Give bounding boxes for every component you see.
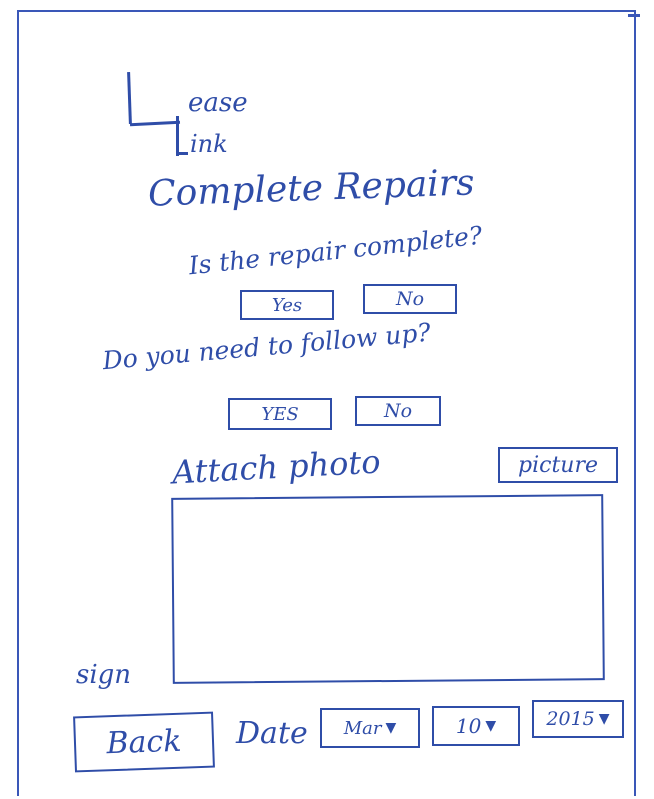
year-dropdown[interactable]: 2015 ▼ [532,700,624,738]
logo-stroke [176,152,188,155]
repair-no-button[interactable]: No [363,284,457,314]
date-label: Date [236,716,308,751]
year-value: 2015 [546,708,595,730]
month-dropdown[interactable]: Mar ▼ [320,708,420,748]
dropdown-triangle-icon: ▼ [598,711,610,727]
logo-word-lease: ease [188,88,248,118]
sign-label: sign [76,660,132,690]
signature-pad[interactable] [171,494,605,684]
day-dropdown[interactable]: 10 ▼ [432,706,520,746]
logo-stroke [176,116,179,156]
follow-up-no-button[interactable]: No [355,396,441,426]
picture-button[interactable]: picture [498,447,618,483]
month-value: Mar [343,717,382,739]
corner-mark [628,14,640,17]
day-value: 10 [455,714,482,738]
back-button[interactable]: Back [73,711,215,773]
repair-yes-button[interactable]: Yes [240,290,334,320]
dropdown-triangle-icon: ▼ [385,720,397,736]
dropdown-triangle-icon: ▼ [485,718,497,734]
logo-word-link: ink [190,130,228,158]
follow-up-yes-button[interactable]: YES [228,398,332,430]
